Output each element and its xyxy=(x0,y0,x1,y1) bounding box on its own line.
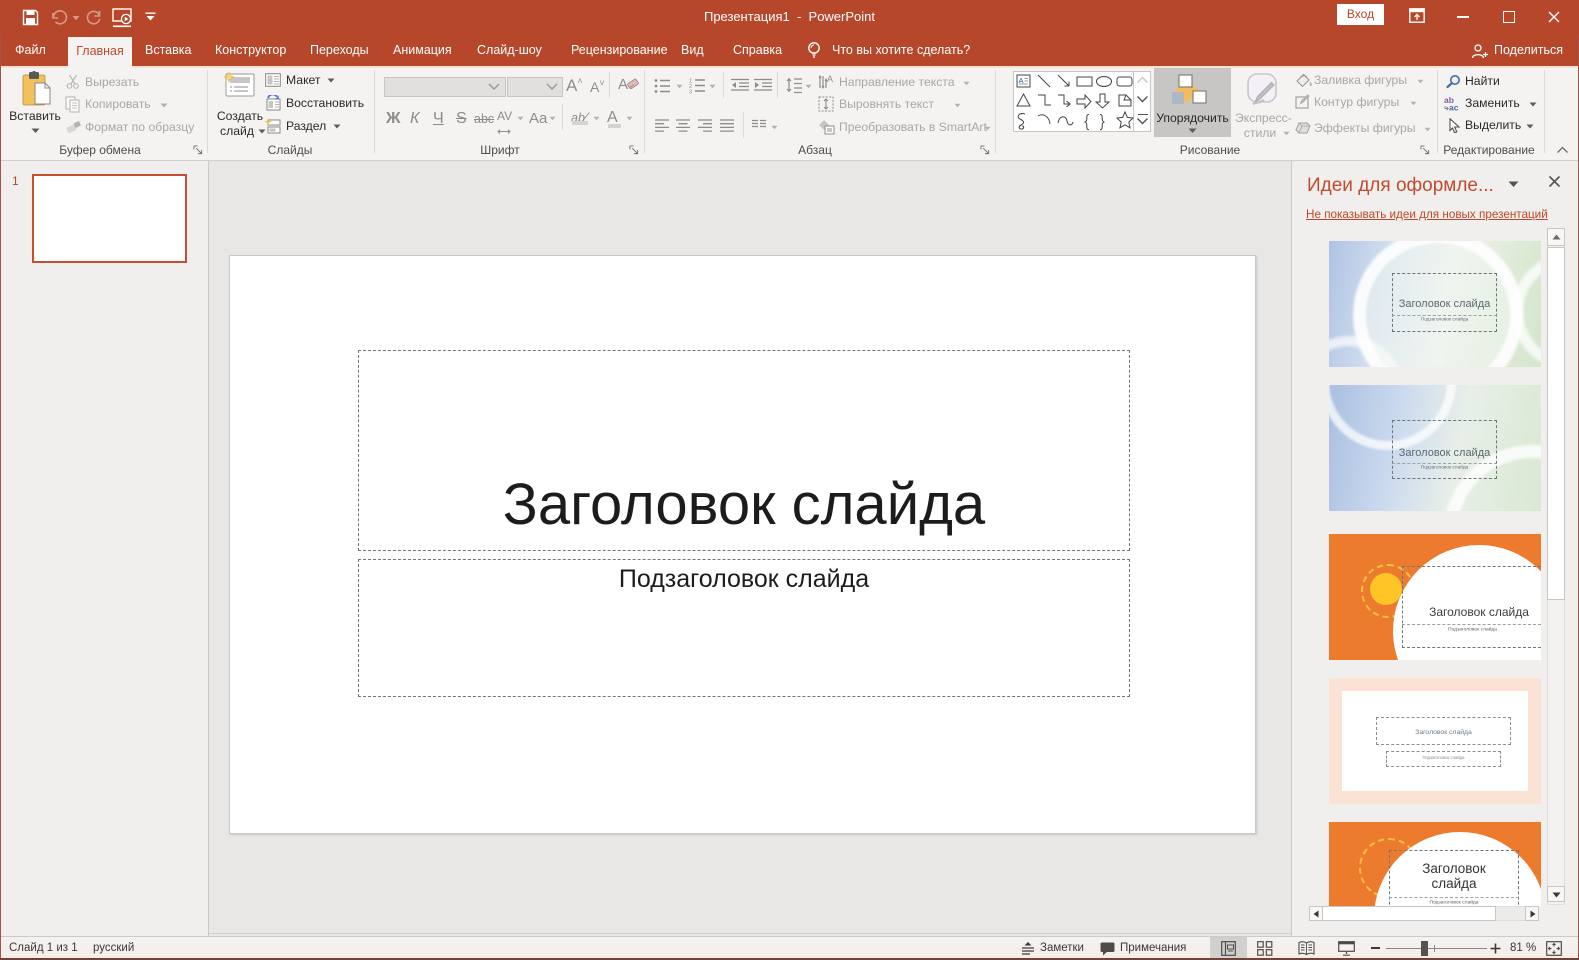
svg-text:А: А xyxy=(827,74,833,84)
svg-text:3: 3 xyxy=(689,90,692,95)
svg-text:А: А xyxy=(1019,76,1024,85)
svg-text:ac: ac xyxy=(1449,103,1459,112)
